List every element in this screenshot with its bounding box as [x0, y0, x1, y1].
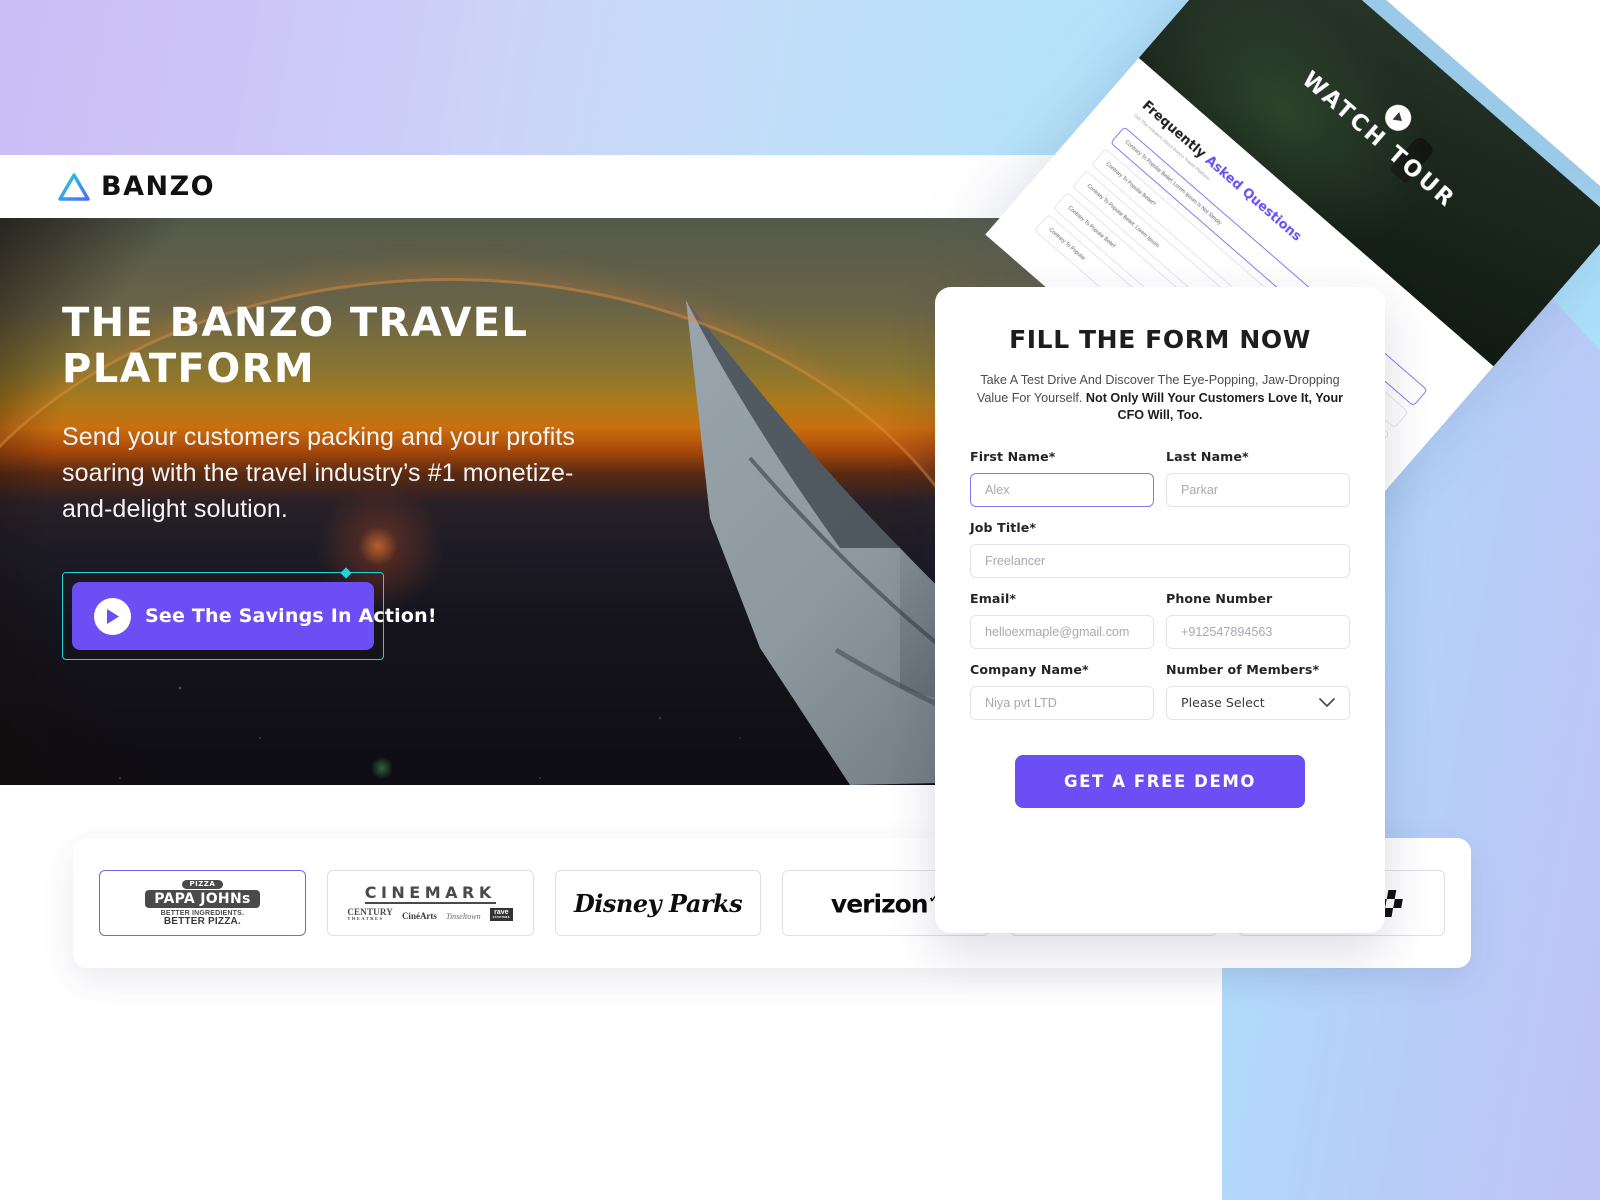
last-name-input[interactable]	[1166, 472, 1350, 507]
members-select[interactable]: Please Select	[1166, 685, 1350, 720]
brand-logo-cinemark[interactable]: CINEMARK CENTURY THEATRES CinéArts Tinsel…	[326, 870, 534, 936]
lead-form-card: FILL THE FORM NOW Take A Test Drive And …	[935, 287, 1385, 933]
first-name-group: First Name*	[970, 449, 1154, 507]
cinemark-sub-cinearts: CinéArts	[401, 911, 437, 922]
members-group: Number of Members* Please Select	[1166, 662, 1350, 720]
company-name-input[interactable]	[970, 685, 1154, 720]
papa-johns-line2: PAPA JOHNs	[145, 889, 260, 908]
last-name-label: Last Name*	[1166, 448, 1249, 464]
logo-text: BANZO	[101, 171, 216, 202]
email-group: Email*	[970, 591, 1154, 649]
company-group: Company Name*	[970, 662, 1154, 720]
form-row-company: Company Name* Number of Members* Please …	[970, 662, 1350, 720]
form-row-job: Job Title*	[970, 520, 1350, 578]
form-title: FILL THE FORM NOW	[1009, 325, 1311, 354]
phone-label: Phone Number	[1166, 590, 1273, 606]
cinemark-sub-rave: rave cinemas	[489, 907, 514, 922]
form-row-names: First Name* Last Name*	[970, 449, 1350, 507]
logo[interactable]: BANZO	[57, 171, 215, 202]
triangle-logo-icon	[58, 172, 90, 201]
cinemark-wordmark: CINEMARK	[364, 882, 496, 904]
first-name-input[interactable]	[970, 472, 1154, 507]
email-label: Email*	[970, 590, 1017, 606]
papa-johns-line4: BETTER PIZZA.	[163, 915, 241, 927]
members-select-value: Please Select	[1181, 695, 1265, 710]
page-title: THE BANZO TRAVEL PLATFORM	[62, 300, 529, 392]
disney-parks-wordmark: Disney Parks	[573, 888, 743, 918]
screenshot-canvas: Contrary To Popular Belief, Lorem Ipsum …	[0, 0, 1600, 1200]
members-label: Number of Members*	[1166, 661, 1320, 677]
cinemark-logo: CINEMARK CENTURY THEATRES CinéArts Tinsel…	[347, 882, 514, 922]
job-title-input[interactable]	[970, 543, 1350, 578]
form-subtitle: Take A Test Drive And Discover The Eye-P…	[970, 372, 1350, 425]
company-name-label: Company Name*	[970, 661, 1089, 677]
brand-logo-papa-johns[interactable]: PIZZA PAPA JOHNs BETTER INGREDIENTS. BET…	[99, 870, 306, 936]
hero-content: THE BANZO TRAVEL PLATFORM Send your cust…	[62, 300, 582, 660]
job-title-group: Job Title*	[970, 520, 1350, 578]
job-title-label: Job Title*	[970, 519, 1037, 535]
phone-group: Phone Number	[1166, 591, 1350, 649]
see-savings-button[interactable]: See The Savings In Action!	[72, 582, 437, 650]
first-name-label: First Name*	[970, 448, 1056, 464]
form-fields: First Name* Last Name* Job Title* Email*	[970, 449, 1350, 720]
chevron-down-icon	[1319, 697, 1335, 707]
cinemark-subbrands: CENTURY THEATRES CinéArts Tinseltown rave…	[347, 906, 514, 922]
form-subtitle-bold: Not Only Will Your Customers Love It, Yo…	[1085, 390, 1344, 423]
papa-johns-line1: PIZZA	[181, 879, 224, 889]
phone-input[interactable]	[1166, 614, 1350, 649]
cinemark-sub-century: CENTURY THEATRES	[347, 906, 393, 921]
play-icon	[94, 597, 131, 635]
hero-subtitle: Send your customers packing and your pro…	[62, 423, 575, 523]
see-savings-button-label: See The Savings In Action!	[145, 605, 437, 627]
hero-cta-wrapper: See The Savings In Action!	[62, 567, 437, 660]
email-input[interactable]	[970, 614, 1154, 649]
cinemark-sub-tinseltown: Tinseltown	[445, 912, 481, 922]
verizon-wordmark: verizon✓	[831, 888, 942, 918]
selection-handle-icon[interactable]	[340, 567, 352, 579]
papa-johns-logo: PIZZA PAPA JOHNs BETTER INGREDIENTS. BET…	[145, 879, 260, 927]
brand-logo-disney-parks[interactable]: Disney Parks	[554, 870, 762, 936]
get-free-demo-button[interactable]: GET A FREE DEMO	[1015, 754, 1305, 808]
form-row-contact: Email* Phone Number	[970, 591, 1350, 649]
last-name-group: Last Name*	[1166, 449, 1350, 507]
